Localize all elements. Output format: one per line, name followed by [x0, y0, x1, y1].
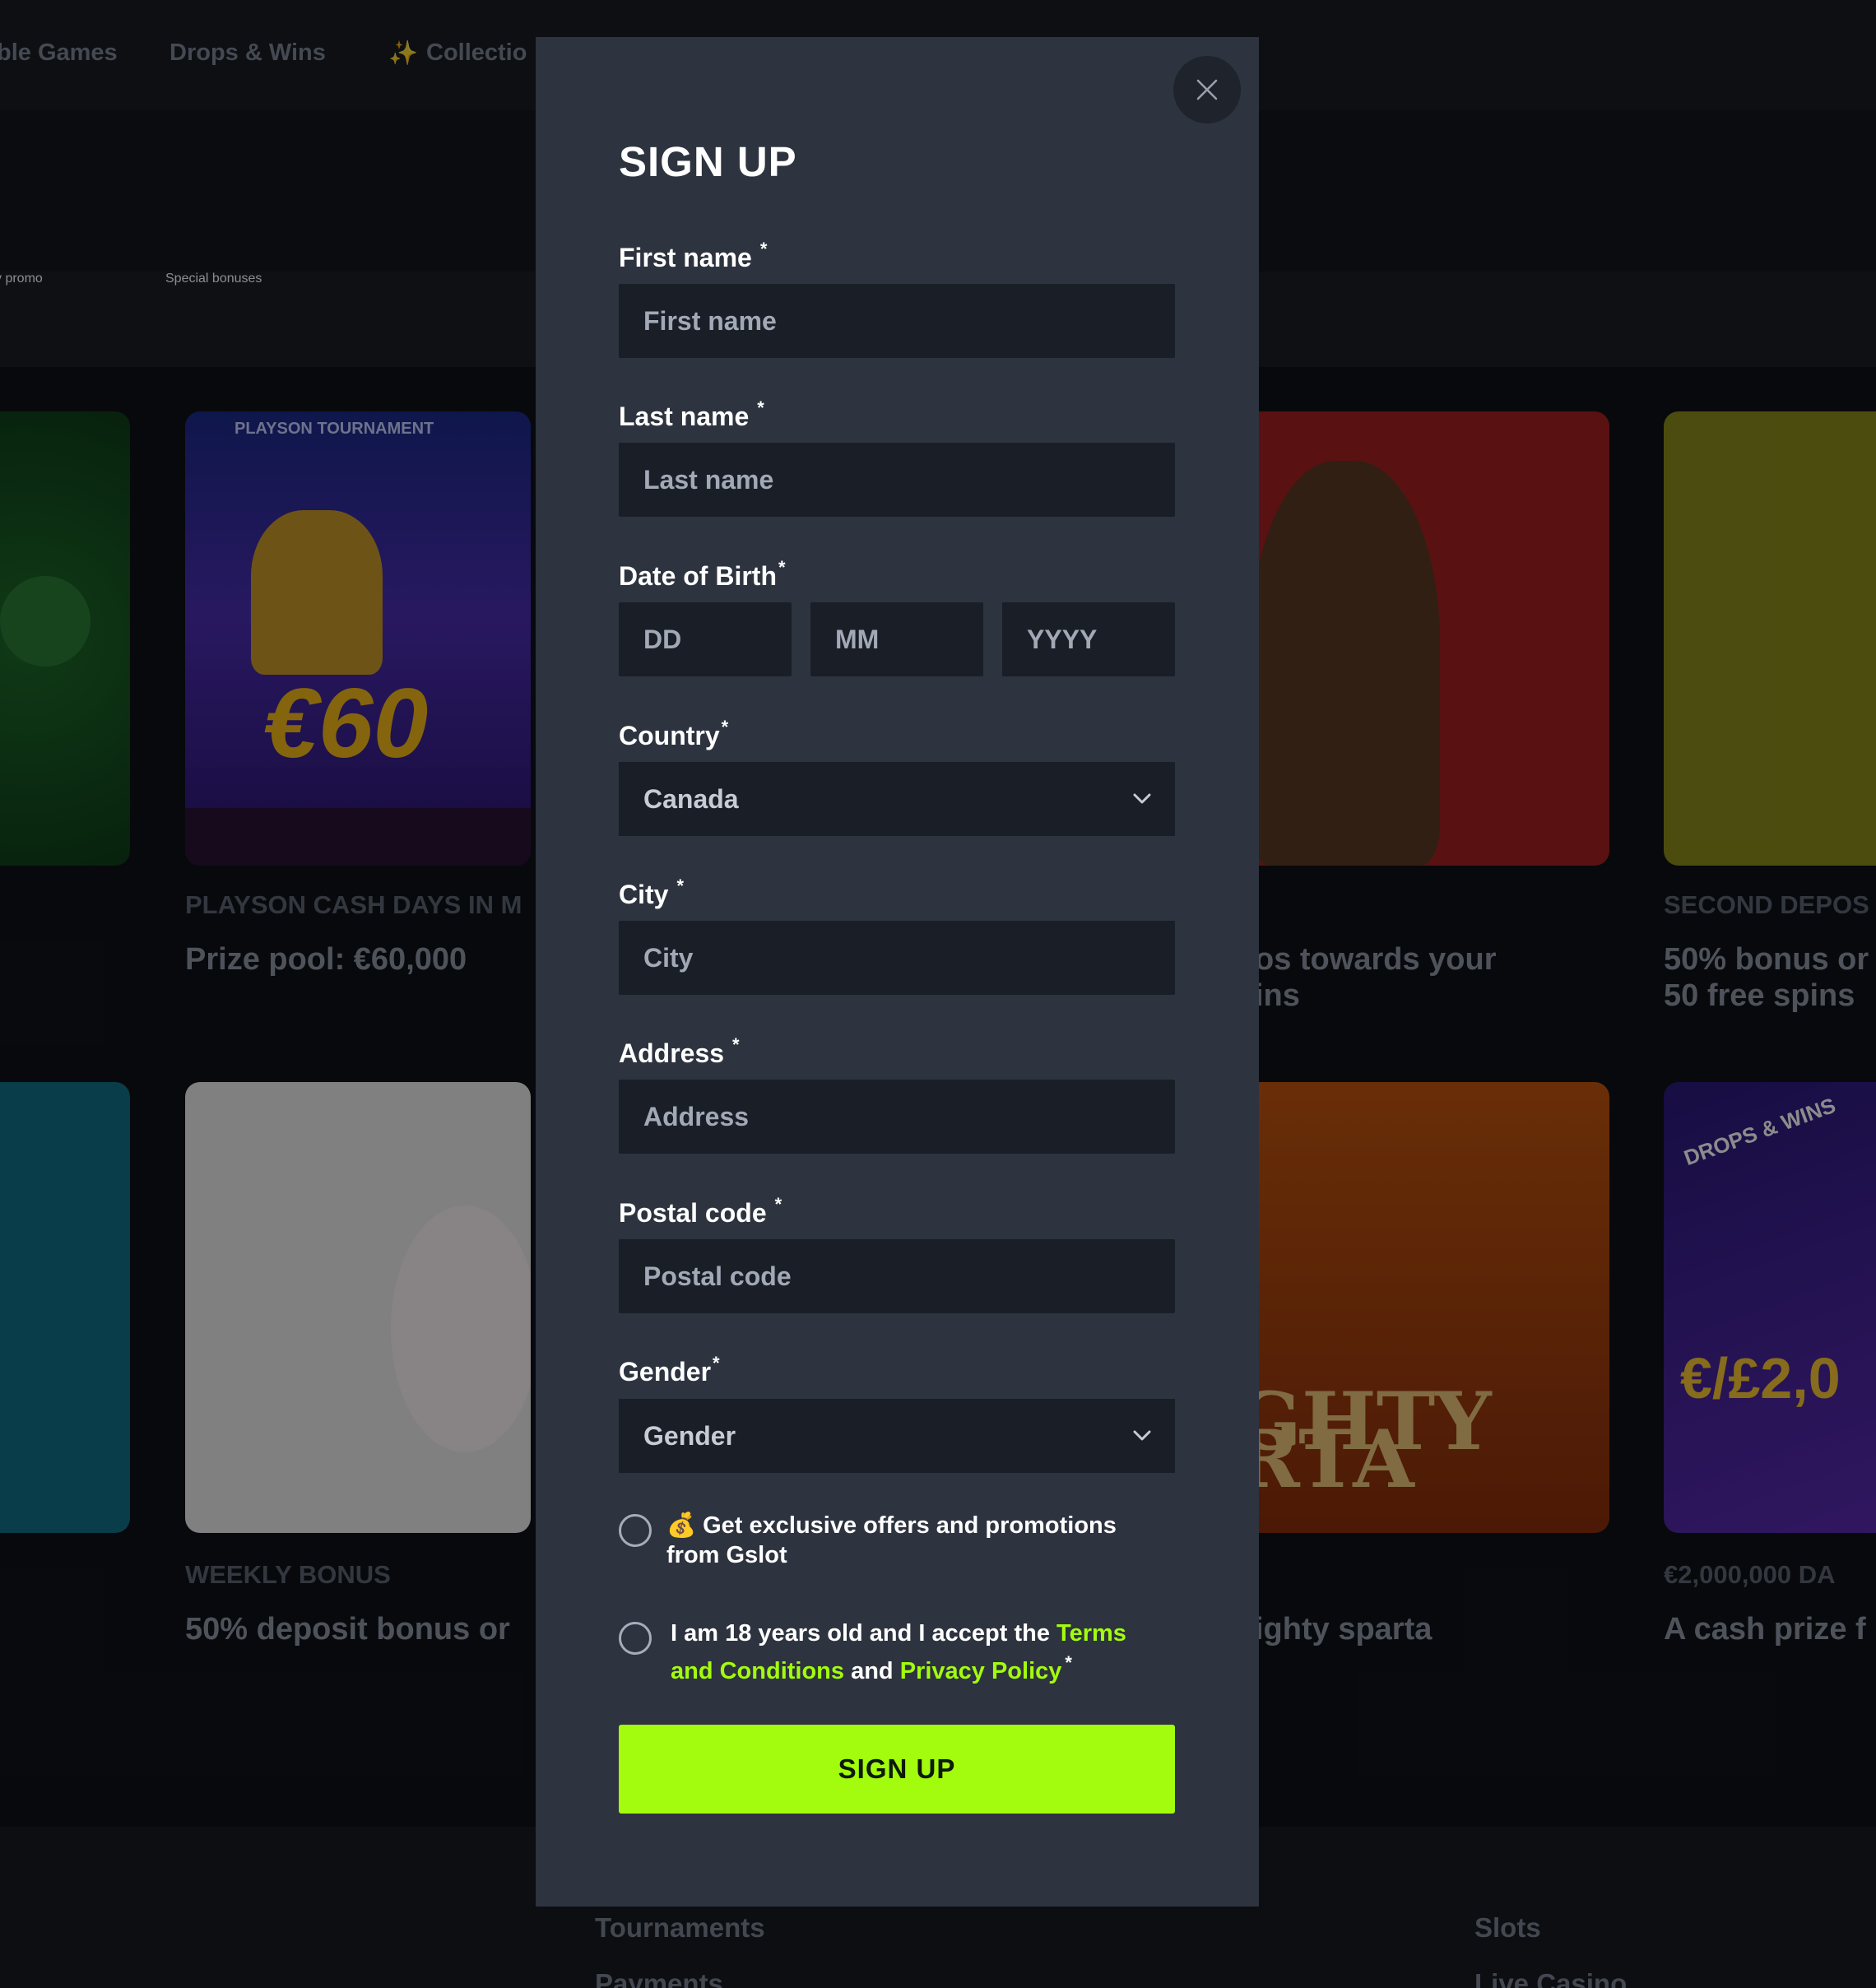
terms-radio[interactable] [619, 1622, 652, 1655]
gender-select[interactable]: Gender [619, 1399, 1175, 1473]
close-button[interactable] [1173, 56, 1241, 123]
close-icon [1196, 79, 1218, 100]
terms-checkbox-row: I am 18 years old and I accept the Terms… [619, 1619, 1175, 1684]
first-name-input[interactable] [619, 284, 1175, 358]
required-mark: * [778, 557, 786, 578]
chevron-down-icon [1133, 793, 1151, 804]
required-mark: * [759, 239, 768, 259]
country-label-text: Country [619, 721, 720, 750]
offers-text-label: Get exclusive offers and promotions from… [666, 1512, 1117, 1568]
postal-code-input[interactable] [619, 1239, 1175, 1313]
required-mark: * [713, 1353, 720, 1373]
country-select-value: Canada [643, 783, 739, 814]
address-label-text: Address [619, 1038, 725, 1068]
city-input[interactable] [619, 921, 1175, 995]
terms-text-middle: and [844, 1658, 900, 1684]
last-name-label: Last name * [619, 397, 764, 432]
signup-submit-button[interactable]: SIGN UP [619, 1725, 1175, 1814]
last-name-label-text: Last name [619, 402, 750, 431]
gender-label-text: Gender [619, 1357, 712, 1386]
last-name-input[interactable] [619, 443, 1175, 517]
signup-modal: SIGN UP First name * Last name * Date of B… [536, 37, 1259, 1907]
privacy-link[interactable]: Privacy Policy [900, 1658, 1062, 1684]
first-name-label-text: First name [619, 243, 752, 272]
terms-text-before: I am 18 years old and I accept the [671, 1620, 1057, 1647]
dob-year-input[interactable] [1002, 602, 1175, 676]
terms-text: I am 18 years old and I accept the Terms… [671, 1619, 1164, 1686]
dob-month-input[interactable] [810, 602, 983, 676]
offers-text: 💰 Get exclusive offers and promotions fro… [666, 1511, 1144, 1570]
required-mark: * [1065, 1652, 1072, 1673]
country-select[interactable]: Canada [619, 762, 1175, 836]
first-name-label: First name * [619, 239, 767, 273]
required-mark: * [676, 876, 685, 896]
offers-checkbox-row: 💰 Get exclusive offers and promotions fro… [619, 1511, 1175, 1577]
city-label: City * [619, 876, 684, 910]
required-mark: * [732, 1034, 740, 1055]
country-label: Country* [619, 717, 728, 751]
chevron-down-icon [1133, 1430, 1151, 1441]
required-mark: * [757, 397, 764, 418]
address-label: Address * [619, 1034, 740, 1069]
dob-label: Date of Birth* [619, 557, 786, 592]
offers-radio[interactable] [619, 1514, 652, 1547]
address-input[interactable] [619, 1080, 1175, 1154]
dob-day-input[interactable] [619, 602, 792, 676]
required-mark: * [721, 717, 729, 737]
postal-code-label-text: Postal code [619, 1198, 767, 1228]
money-bag-icon: 💰 [666, 1512, 697, 1539]
modal-title: SIGN UP [619, 138, 797, 185]
gender-select-value: Gender [643, 1420, 736, 1451]
city-label-text: City [619, 880, 669, 909]
gender-label: Gender* [619, 1353, 720, 1387]
postal-code-label: Postal code * [619, 1194, 782, 1229]
dob-label-text: Date of Birth [619, 561, 777, 591]
required-mark: * [774, 1194, 782, 1215]
